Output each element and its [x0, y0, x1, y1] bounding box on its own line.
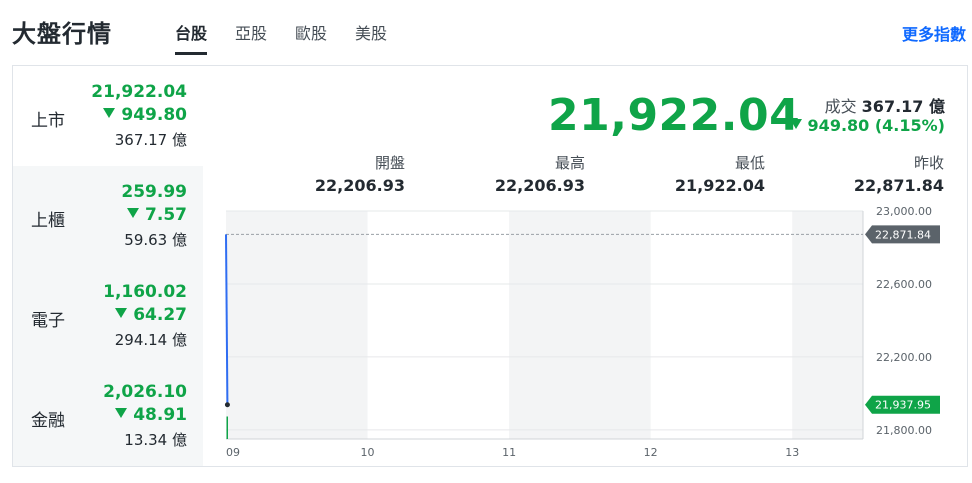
index-value: 21,922.04	[548, 90, 801, 141]
market-panel: 上市 21,922.04 949.80 367.17 億 上櫃 259.99 7…	[12, 65, 968, 467]
stat-open: 開盤 22,206.93	[205, 152, 405, 195]
hour-band	[509, 211, 651, 439]
current-price-tag-text: 21,937.95	[875, 399, 931, 412]
market-volume: 59.63 億	[124, 231, 187, 249]
y-tick-label: 21,800.00	[876, 424, 932, 437]
market-change-value: 7.57	[145, 205, 187, 225]
tab-taiwan[interactable]: 台股	[175, 20, 208, 55]
stat-label: 最低	[734, 154, 765, 172]
stat-value: 22,206.93	[494, 176, 585, 195]
index-change: 949.80 (4.15%)	[789, 116, 945, 135]
market-value: 21,922.04	[91, 82, 187, 102]
turnover-value: 367.17 億	[861, 97, 945, 116]
stat-label: 昨收	[913, 154, 944, 172]
volume-bar	[226, 416, 228, 439]
sidebar-item-otc[interactable]: 上櫃 259.99 7.57 59.63 億	[13, 166, 203, 266]
more-indices-link[interactable]: 更多指數	[902, 21, 966, 45]
market-change-value: 48.91	[133, 405, 187, 425]
y-tick-label: 22,200.00	[876, 351, 932, 364]
x-tick-label: 13	[785, 446, 799, 459]
market-volume: 294.14 億	[114, 331, 187, 349]
market-name: 電子	[31, 311, 65, 331]
down-triangle-icon	[103, 108, 116, 118]
stat-label: 最高	[554, 154, 585, 172]
page-title: 大盤行情	[12, 20, 112, 48]
header: 大盤行情 台股 亞股 歐股 美股 更多指數	[0, 0, 972, 62]
x-tick-label: 11	[502, 446, 516, 459]
hour-band	[226, 211, 368, 439]
intraday-chart: 23,000.00 22,600.00 22,200.00 21,800.00 09 10…	[203, 206, 967, 466]
stat-low: 最低 21,922.04	[565, 152, 765, 195]
x-tick-label: 12	[644, 446, 658, 459]
hour-band	[792, 211, 863, 439]
market-value: 1,160.02	[103, 282, 187, 302]
market-change: 7.57	[127, 205, 187, 225]
down-triangle-icon	[115, 408, 128, 418]
index-change-text: 949.80 (4.15%)	[807, 116, 945, 135]
sidebar-item-finance[interactable]: 金融 2,026.10 48.91 13.34 億	[13, 366, 203, 466]
sidebar-item-listed[interactable]: 上市 21,922.04 949.80 367.17 億	[13, 66, 203, 166]
tab-asia[interactable]: 亞股	[235, 20, 267, 54]
stat-label: 開盤	[374, 154, 405, 172]
down-triangle-icon	[115, 308, 128, 318]
market-name: 上市	[31, 111, 65, 131]
market-change: 64.27	[115, 305, 187, 325]
y-tick-label: 23,000.00	[876, 206, 932, 218]
stat-value: 22,871.84	[853, 176, 944, 195]
sidebar-item-electronics[interactable]: 電子 1,160.02 64.27 294.14 億	[13, 266, 203, 366]
reference-tag-text: 22,871.84	[875, 228, 931, 241]
market-volume: 13.34 億	[124, 431, 187, 449]
turnover: 成交 367.17 億	[825, 93, 945, 117]
stat-value: 21,922.04	[674, 176, 765, 195]
market-name: 上櫃	[31, 211, 65, 231]
market-tabs: 台股 亞股 歐股 美股	[175, 20, 415, 55]
current-point	[224, 402, 230, 408]
market-change: 949.80	[103, 105, 187, 125]
market-name: 金融	[31, 411, 65, 431]
market-value: 259.99	[121, 182, 187, 202]
down-triangle-icon	[789, 119, 802, 129]
market-change-value: 949.80	[121, 105, 187, 125]
market-change-value: 64.27	[133, 305, 187, 325]
price-line	[225, 234, 229, 405]
market-sidebar: 上市 21,922.04 949.80 367.17 億 上櫃 259.99 7…	[13, 66, 203, 466]
tab-europe[interactable]: 歐股	[295, 20, 327, 54]
stat-high: 最高 22,206.93	[385, 152, 585, 195]
market-value: 2,026.10	[103, 382, 187, 402]
y-tick-label: 22,600.00	[876, 278, 932, 291]
x-tick-label: 10	[361, 446, 375, 459]
tab-us[interactable]: 美股	[355, 20, 387, 54]
market-change: 48.91	[115, 405, 187, 425]
chart-svg: 23,000.00 22,600.00 22,200.00 21,800.00 09 10…	[224, 206, 940, 459]
market-volume: 367.17 億	[114, 131, 187, 149]
stat-prev-close: 昨收 22,871.84	[744, 152, 944, 195]
stat-value: 22,206.93	[314, 176, 405, 195]
down-triangle-icon	[127, 208, 140, 218]
x-tick-label: 09	[226, 446, 240, 459]
turnover-label: 成交	[824, 97, 857, 116]
